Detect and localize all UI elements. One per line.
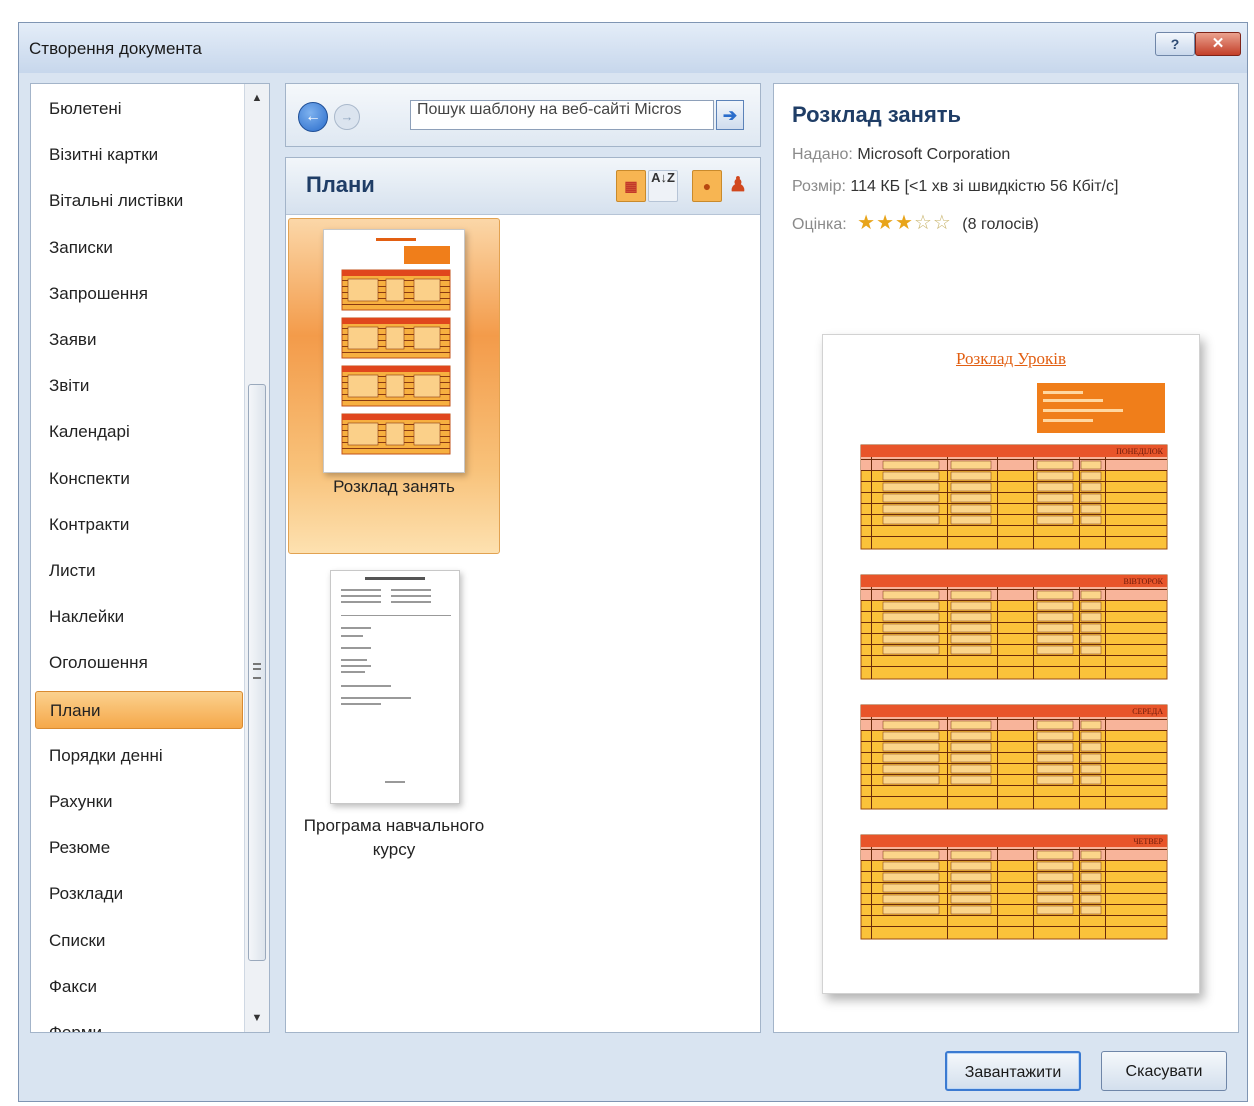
sidebar-item[interactable]: Листи: [31, 552, 243, 590]
navigation-bar: ← → Пошук шаблону на веб-сайті Micros ➔: [285, 83, 761, 147]
template-tile-schedule[interactable]: Розклад занять: [288, 218, 500, 554]
sidebar-item[interactable]: Записки: [31, 229, 243, 267]
document-preview: Розклад Уроків ПОНЕДІЛОК ВІВТОРОК СЕРЕДА ЧЕ…: [822, 334, 1200, 994]
sidebar-item[interactable]: Оголошення: [31, 644, 243, 682]
title-bar: Створення документа ? ✕: [19, 23, 1247, 73]
thumbnail-view-icon[interactable]: ▦: [616, 170, 646, 202]
user-filter-icon[interactable]: ♟: [724, 170, 752, 200]
rating-row: Оцінка: ★★★☆☆ (8 голосів): [792, 210, 1039, 235]
day-label: СЕРЕДА: [1132, 707, 1163, 716]
cancel-button[interactable]: Скасувати: [1101, 1051, 1227, 1091]
template-title: Розклад занять: [792, 102, 962, 127]
sidebar-item[interactable]: Факси: [31, 968, 243, 1006]
size-row: Розмір: 114 КБ [<1 хв зі швидкістю 56 Кб…: [792, 178, 1118, 196]
star-empty-icon[interactable]: ☆: [914, 212, 933, 234]
provider-row: Надано: Microsoft Corporation: [792, 146, 1010, 164]
window-title: Створення документа: [29, 39, 202, 58]
sidebar-item[interactable]: Списки: [31, 922, 243, 960]
schedule-thumbnail: [323, 229, 465, 473]
template-search-input[interactable]: Пошук шаблону на веб-сайті Micros: [410, 100, 714, 130]
sort-az-icon[interactable]: A↓Z: [648, 170, 678, 202]
sidebar-item[interactable]: Наклейки: [31, 598, 243, 636]
sidebar-item[interactable]: Порядки денні: [31, 737, 243, 775]
template-label: Розклад занять: [333, 477, 455, 496]
sidebar-item[interactable]: Резюме: [31, 829, 243, 867]
size-label: Розмір:: [792, 178, 846, 195]
category-scrollbar[interactable]: ▲ ▼: [244, 84, 269, 1032]
template-label: Програма навчального курсу: [303, 816, 485, 859]
day-label: ВІВТОРОК: [1124, 577, 1164, 586]
day-label: ЧЕТВЕР: [1133, 837, 1163, 846]
template-browser: ← → Пошук шаблону на веб-сайті Micros ➔ …: [285, 83, 761, 1033]
rating-label: Оцінка:: [792, 216, 847, 233]
sidebar-item[interactable]: Конспекти: [31, 460, 243, 498]
sidebar-item[interactable]: Звіти: [31, 367, 243, 405]
close-button[interactable]: ✕: [1195, 32, 1241, 56]
sidebar-item[interactable]: Візитні картки: [31, 136, 243, 174]
scroll-down-icon[interactable]: ▼: [245, 1006, 269, 1030]
create-document-dialog: Створення документа ? ✕ Бюлетені Візитні …: [18, 22, 1248, 1102]
sidebar-item[interactable]: Запрошення: [31, 275, 243, 313]
star-filled-icon[interactable]: ★: [895, 212, 914, 234]
sidebar-item[interactable]: Бюлетені: [31, 90, 243, 128]
day-label: ПОНЕДІЛОК: [1116, 447, 1164, 456]
star-filled-icon[interactable]: ★: [857, 212, 876, 234]
star-filled-icon[interactable]: ★: [876, 212, 895, 234]
preview-schedule-tables: ПОНЕДІЛОК ВІВТОРОК СЕРЕДА ЧЕТВЕР: [860, 444, 1168, 940]
search-go-icon[interactable]: ➔: [716, 100, 744, 130]
scroll-up-icon[interactable]: ▲: [245, 86, 269, 110]
dialog-footer: Завантажити Скасувати: [19, 1033, 1247, 1103]
user-icon[interactable]: ●: [692, 170, 722, 202]
download-button[interactable]: Завантажити: [945, 1051, 1081, 1091]
template-preview-pane: Розклад занять Надано: Microsoft Corpora…: [773, 83, 1239, 1033]
grip-icon: [253, 663, 261, 679]
size-value: 114 КБ [<1 хв зі швидкістю 56 Кбіт/с]: [850, 178, 1119, 195]
category-list: Бюлетені Візитні картки Вітальні листівки З…: [30, 83, 270, 1033]
scroll-thumb[interactable]: [248, 384, 266, 961]
vote-count: (8 голосів): [962, 216, 1039, 233]
help-button[interactable]: ?: [1155, 32, 1195, 56]
sidebar-item[interactable]: Календарі: [31, 413, 243, 451]
sidebar-item[interactable]: Вітальні листівки: [31, 182, 243, 220]
sidebar-item[interactable]: Контракти: [31, 506, 243, 544]
sidebar-item[interactable]: Форми: [31, 1014, 243, 1032]
forward-arrow-icon[interactable]: →: [334, 104, 360, 130]
gallery-header: Плани ▦ A↓Z ● ♟: [286, 158, 760, 215]
sidebar-item[interactable]: Заяви: [31, 321, 243, 359]
sidebar-item[interactable]: Розклади: [31, 875, 243, 913]
schedule-thumbnail-art: [341, 238, 451, 455]
sidebar-item[interactable]: Рахунки: [31, 783, 243, 821]
course-program-thumbnail-art: [341, 577, 451, 783]
gallery-title: Плани: [306, 172, 375, 197]
star-empty-icon[interactable]: ☆: [933, 212, 952, 234]
sidebar-item[interactable]: Плани: [35, 690, 243, 729]
course-program-thumbnail: [330, 570, 460, 804]
template-tile-course-program[interactable]: Програма навчального курсу: [288, 568, 500, 868]
rating-stars[interactable]: ★★★☆☆: [857, 210, 952, 235]
template-gallery: Плани ▦ A↓Z ● ♟ Розклад занять Програма …: [285, 157, 761, 1033]
provider-value: Microsoft Corporation: [857, 146, 1011, 163]
provider-label: Надано:: [792, 146, 853, 163]
back-arrow-icon[interactable]: ←: [298, 102, 328, 132]
